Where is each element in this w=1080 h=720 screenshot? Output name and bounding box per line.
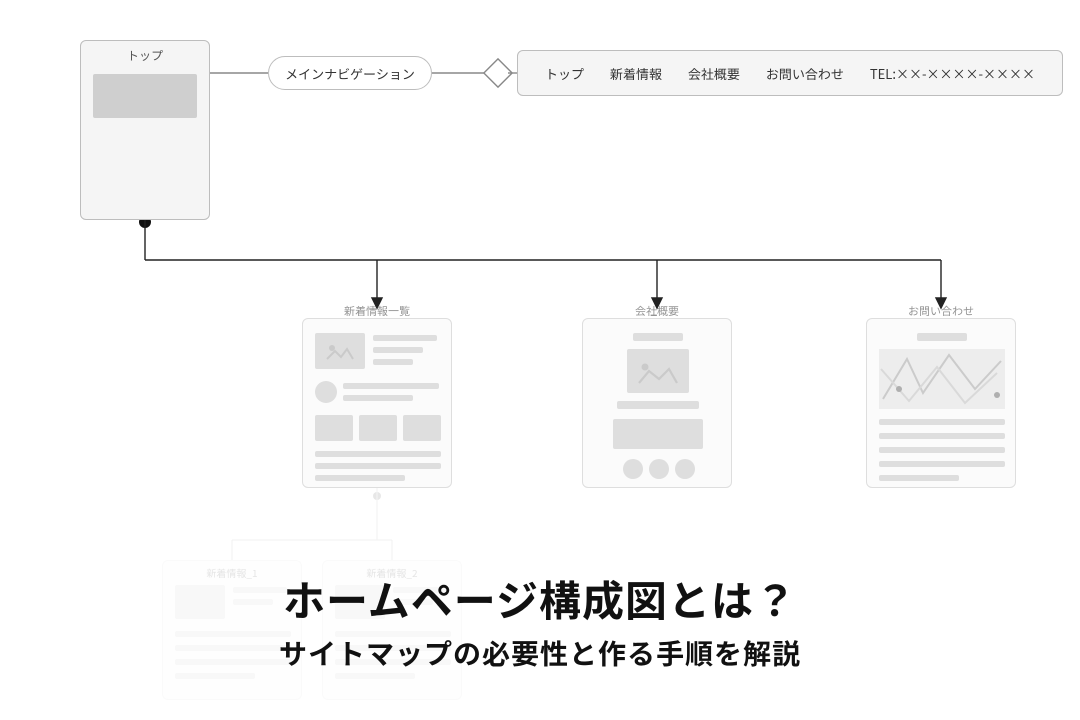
node-news-title: 新着情報一覧 xyxy=(303,303,451,319)
node-main-navigation: メインナビゲーション xyxy=(268,56,432,90)
node-contact-title: お問い合わせ xyxy=(867,303,1015,319)
headline-subtitle: サイトマップの必要性と作る手順を解説 xyxy=(0,632,1080,674)
navbar-item-tel: TEL:××-××××-×××× xyxy=(870,64,1035,83)
headline-title: ホームページ構成図とは？ xyxy=(0,571,1080,628)
node-main-navigation-label: メインナビゲーション xyxy=(285,64,415,83)
node-company-title: 会社概要 xyxy=(583,303,731,319)
navbar-item-contact: お問い合わせ xyxy=(766,64,844,83)
map-lines-icon xyxy=(879,349,1005,409)
node-contact: お問い合わせ xyxy=(866,318,1016,488)
navbar-wireframe: トップ 新着情報 会社概要 お問い合わせ TEL:××-××××-×××× xyxy=(517,50,1063,96)
image-icon xyxy=(637,359,679,385)
node-top-page: トップ xyxy=(80,40,210,220)
navbar-item-top: トップ xyxy=(545,64,584,83)
navbar-item-news: 新着情報 xyxy=(610,64,662,83)
article-headline: ホームページ構成図とは？ サイトマップの必要性と作る手順を解説 xyxy=(0,571,1080,674)
node-news-list: 新着情報一覧 xyxy=(302,318,452,488)
navbar-item-company: 会社概要 xyxy=(688,64,740,83)
image-icon xyxy=(325,341,355,361)
node-company: 会社概要 xyxy=(582,318,732,488)
node-top-title: トップ xyxy=(81,41,209,64)
diagram-canvas: トップ メインナビゲーション トップ 新着情報 会社概要 お問い合わせ TEL:… xyxy=(0,0,1080,720)
wireframe-hero-block xyxy=(93,74,197,118)
